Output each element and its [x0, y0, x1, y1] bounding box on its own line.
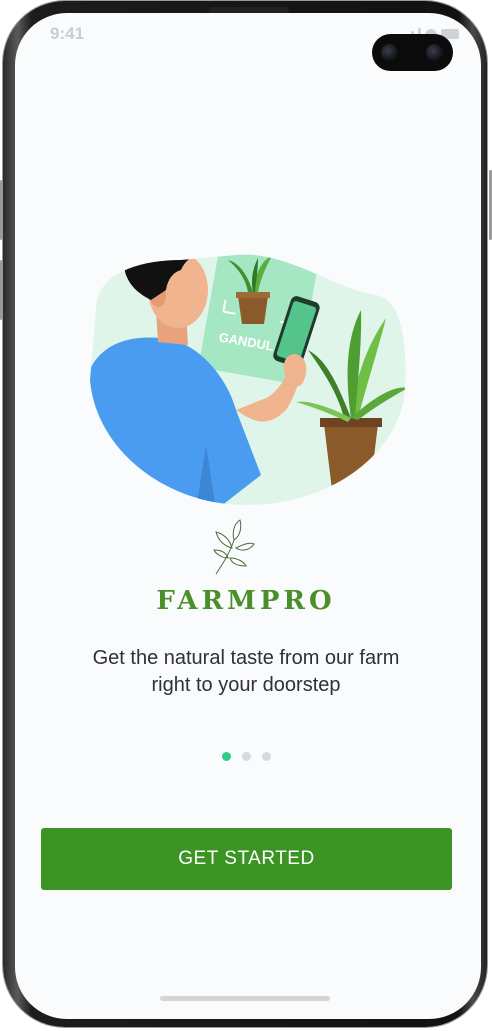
tagline: Get the natural taste from our farm righ…	[40, 645, 452, 699]
tagline-line-2: right to your doorstep	[151, 674, 341, 696]
volume-down-button	[0, 260, 3, 320]
volume-up-button	[0, 180, 3, 240]
camera-lens	[426, 44, 443, 61]
front-camera	[372, 34, 453, 71]
pagination-dot-2[interactable]	[242, 752, 251, 761]
pagination-dot-3[interactable]	[262, 752, 271, 761]
status-time: 9:41	[50, 24, 85, 43]
home-indicator	[160, 996, 330, 1001]
leaf-logo-icon	[213, 519, 255, 575]
pagination-dot-1[interactable]	[222, 752, 231, 761]
onboarding-illustration: GANDUL	[90, 254, 406, 506]
tagline-line-1: Get the natural taste from our farm	[92, 647, 400, 669]
brand-name: FARMPRO	[156, 586, 336, 616]
get-started-button[interactable]: GET STARTED	[41, 828, 452, 890]
camera-lens	[381, 44, 398, 61]
pagination-dots	[222, 752, 271, 761]
